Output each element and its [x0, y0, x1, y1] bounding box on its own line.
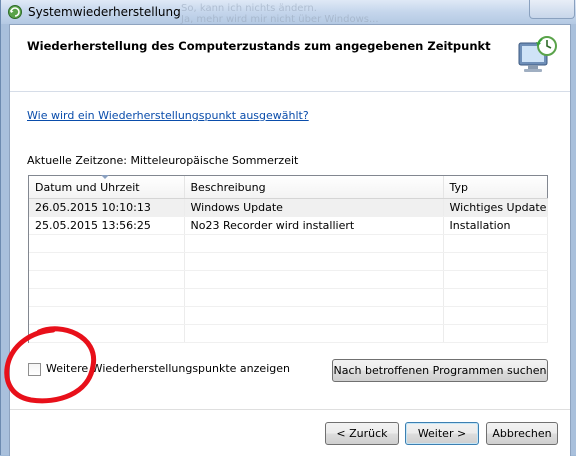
cell-description: Windows Update	[184, 198, 444, 217]
cell-type: Installation	[443, 216, 548, 235]
dialog-client-area: Wiederherstellung des Computerzustands z…	[9, 24, 571, 456]
empty-row	[29, 252, 548, 271]
help-link[interactable]: Wie wird ein Wiederherstellungspunkt aus…	[27, 109, 309, 122]
cell-description: No23 Recorder wird installiert	[184, 216, 444, 235]
empty-row	[29, 288, 548, 307]
column-header-label: Datum und Uhrzeit	[35, 180, 140, 194]
table-row[interactable]: 25.05.2015 13:56:25 No23 Recorder wird i…	[29, 216, 548, 235]
header-band: Wiederherstellung des Computerzustands z…	[10, 25, 570, 92]
window-frame: Systemwiederherstellung So, kann ich nic…	[0, 0, 576, 456]
empty-row	[29, 234, 548, 253]
cell-date: 26.05.2015 10:10:13	[29, 198, 185, 217]
page-heading: Wiederherstellung des Computerzustands z…	[27, 39, 491, 53]
title-bar[interactable]: Systemwiederherstellung So, kann ich nic…	[1, 0, 576, 25]
empty-row	[29, 270, 548, 289]
column-header-label: Beschreibung	[190, 180, 266, 194]
column-header-date[interactable]: Datum und Uhrzeit	[29, 175, 185, 199]
restore-points-list[interactable]: Datum und Uhrzeit Beschreibung Typ 26.05…	[28, 175, 548, 343]
more-restore-points-checkbox[interactable]	[28, 363, 41, 376]
column-header-label: Typ	[449, 180, 469, 194]
empty-row	[29, 324, 548, 343]
footer-divider	[10, 409, 570, 410]
timezone-label: Aktuelle Zeitzone: Mitteleuropäische Som…	[27, 154, 299, 167]
system-restore-app-icon	[8, 5, 22, 19]
cancel-button[interactable]: Abbrechen	[486, 422, 558, 445]
empty-row	[29, 306, 548, 325]
column-header-description[interactable]: Beschreibung	[184, 176, 444, 199]
scan-affected-programs-button[interactable]: Nach betroffenen Programmen suchen	[332, 359, 548, 382]
cell-date: 25.05.2015 13:56:25	[29, 216, 185, 235]
next-button[interactable]: Weiter >	[405, 422, 479, 445]
cell-type: Wichtiges Update	[443, 198, 548, 217]
column-header-type[interactable]: Typ	[443, 176, 547, 199]
table-row[interactable]: 26.05.2015 10:10:13 Windows Update Wicht…	[29, 198, 548, 217]
window-title: Systemwiederherstellung	[28, 5, 181, 19]
sort-arrow-icon	[101, 175, 109, 179]
close-button[interactable]	[529, 0, 575, 19]
system-restore-monitor-icon	[518, 36, 557, 72]
background-window-text: So, kann ich nichts ändern. Ja, mehr wir…	[181, 3, 379, 25]
checkbox-label[interactable]: Weitere Wiederherstellungspunkte anzeige…	[46, 362, 290, 375]
back-button[interactable]: < Zurück	[325, 422, 399, 445]
